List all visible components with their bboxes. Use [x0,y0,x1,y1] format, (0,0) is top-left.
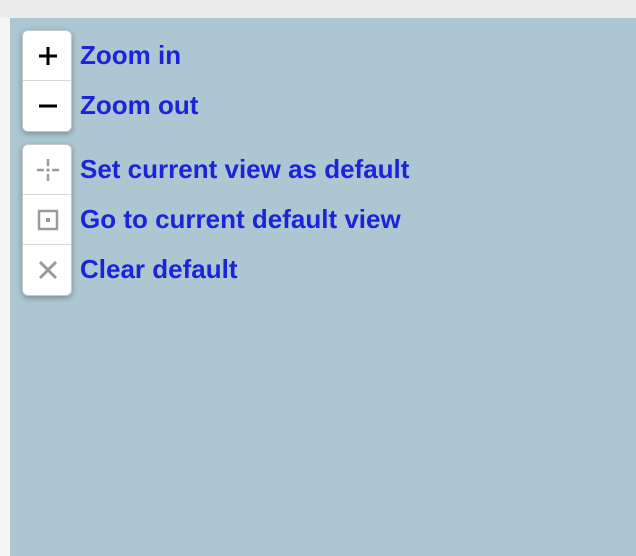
zoom-out-button[interactable] [23,81,72,131]
plus-icon [36,44,60,68]
goto-default-view-button[interactable] [23,195,72,245]
top-bar [0,0,636,18]
clear-default-label: Clear default [80,244,409,294]
zoom-out-label: Zoom out [80,80,198,130]
target-square-icon [35,207,61,233]
goto-default-label: Go to current default view [80,194,409,244]
zoom-in-label: Zoom in [80,30,198,80]
view-button-group [22,144,72,296]
zoom-in-button[interactable] [23,31,72,81]
zoom-labels: Zoom in Zoom out [80,30,198,130]
zoom-button-group [22,30,72,132]
close-icon [35,257,61,283]
crosshair-icon [35,157,61,183]
minus-icon [36,94,60,118]
set-default-view-button[interactable] [23,145,72,195]
set-default-label: Set current view as default [80,144,409,194]
view-labels: Set current view as default Go to curren… [80,144,409,294]
map-area[interactable]: Zoom in Zoom out [10,18,636,556]
clear-default-button[interactable] [23,245,72,295]
